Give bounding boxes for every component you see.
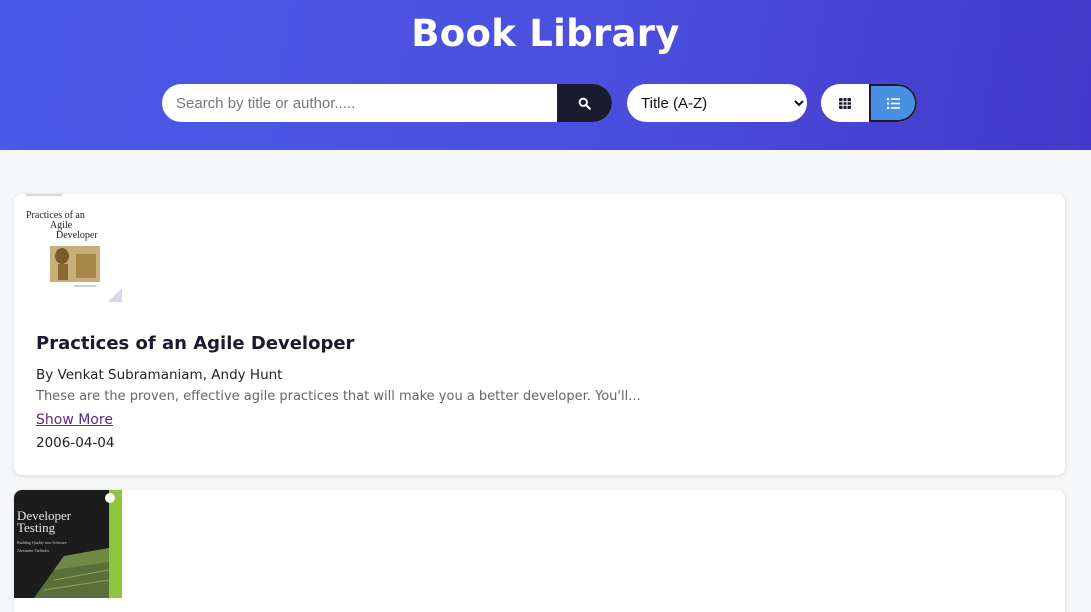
search-icon bbox=[578, 97, 591, 110]
search-input[interactable] bbox=[162, 84, 557, 122]
book-author: By Venkat Subramaniam, Andy Hunt bbox=[36, 367, 283, 383]
book-description: These are the proven, effective agile pr… bbox=[36, 389, 641, 404]
search-button[interactable] bbox=[557, 84, 612, 122]
cover-subtitle: Building Quality into Software bbox=[17, 540, 67, 545]
grid-view-button[interactable] bbox=[821, 84, 869, 122]
book-cover-image: Practices of an Agile Developer bbox=[14, 194, 122, 302]
header: Book Library Title (A-Z) bbox=[0, 0, 1091, 150]
grid-icon bbox=[839, 97, 851, 109]
cover-title-line: Developer bbox=[56, 230, 98, 241]
view-toggle bbox=[821, 84, 917, 122]
book-title[interactable]: Practices of an Agile Developer bbox=[36, 333, 354, 354]
book-cover-image: Developer Testing Building Quality into … bbox=[14, 490, 122, 598]
book-card: Practices of an Agile Developer Practice… bbox=[14, 194, 1065, 475]
list-icon bbox=[886, 97, 900, 109]
sort-select[interactable]: Title (A-Z) bbox=[627, 84, 807, 122]
cover-author: Alexander Tarlinder bbox=[17, 548, 50, 553]
list-view-button[interactable] bbox=[869, 84, 917, 122]
cover-title-line: Testing bbox=[17, 520, 56, 535]
book-card: Developer Testing Building Quality into … bbox=[14, 490, 1065, 612]
publish-date: 2006-04-04 bbox=[36, 435, 115, 451]
show-more-link[interactable]: Show More bbox=[36, 412, 113, 428]
search-bar bbox=[162, 84, 612, 122]
page-title: Book Library bbox=[411, 12, 680, 55]
